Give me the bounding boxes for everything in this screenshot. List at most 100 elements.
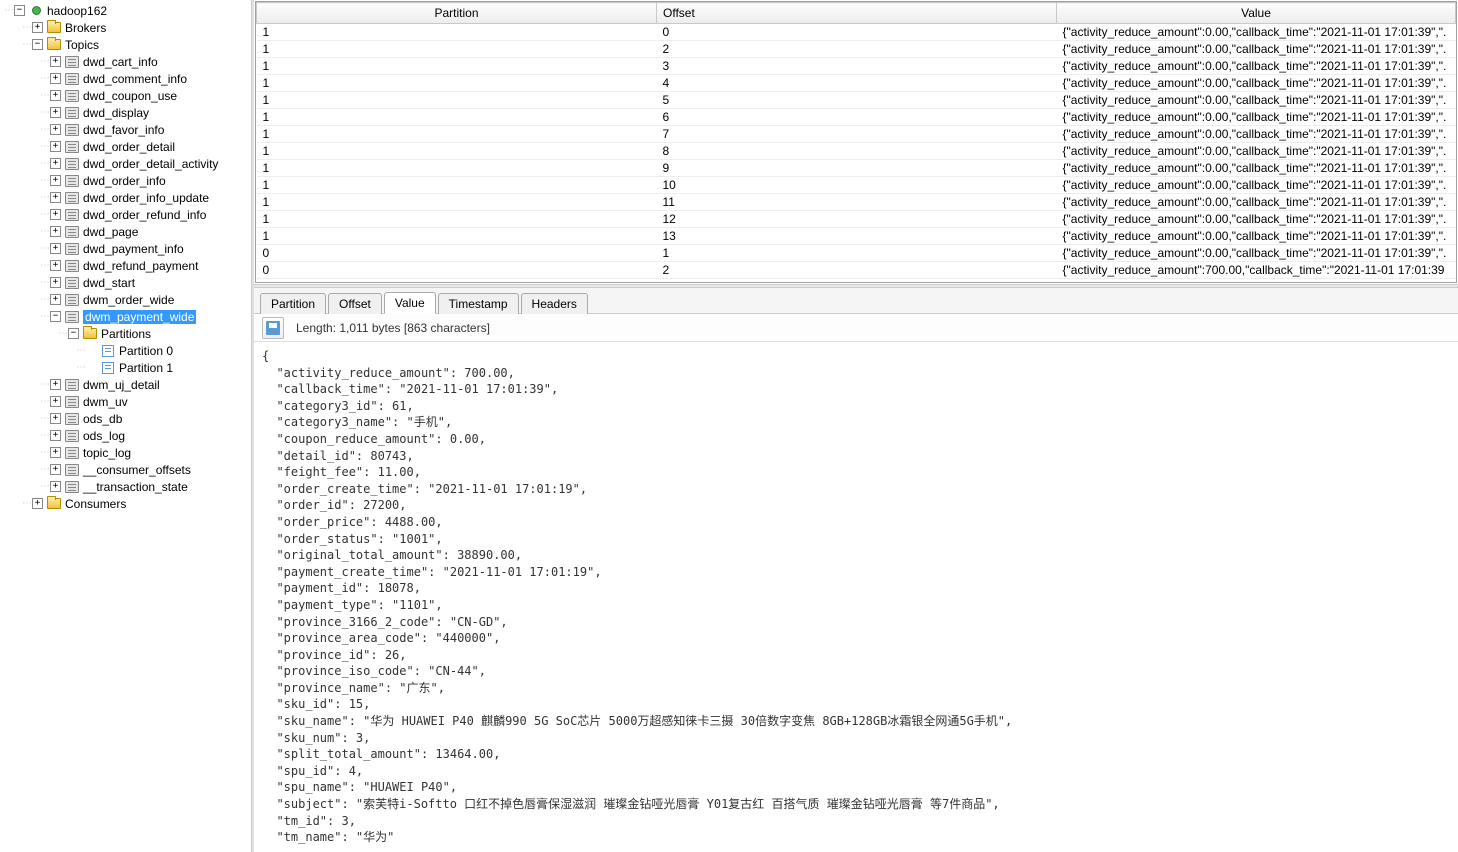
expander-icon[interactable]: + xyxy=(50,243,61,254)
tree-brokers[interactable]: ⋯+Brokers xyxy=(0,19,251,36)
save-button[interactable] xyxy=(262,317,284,339)
expander-icon[interactable]: + xyxy=(50,141,61,152)
table-row[interactable]: 110{"activity_reduce_amount":0.00,"callb… xyxy=(257,177,1456,194)
tree-topic-ods_log[interactable]: ⋯+ods_log xyxy=(0,427,251,444)
col-header-offset[interactable]: Offset xyxy=(657,3,1057,24)
table-row[interactable]: 113{"activity_reduce_amount":0.00,"callb… xyxy=(257,228,1456,245)
table-row[interactable]: 17{"activity_reduce_amount":0.00,"callba… xyxy=(257,126,1456,143)
tree-topic-dwd_order_detail_activity[interactable]: ⋯+dwd_order_detail_activity xyxy=(0,155,251,172)
tree-topic-dwm_uj_detail[interactable]: ⋯+dwm_uj_detail xyxy=(0,376,251,393)
tree-label: dwd_page xyxy=(83,225,138,239)
tree-label: __transaction_state xyxy=(83,480,188,494)
part-icon-icon xyxy=(101,361,115,375)
expander-icon[interactable]: − xyxy=(32,39,43,50)
expander-icon[interactable]: + xyxy=(50,430,61,441)
tree-label: dwm_uj_detail xyxy=(83,378,160,392)
tree-topic-dwd_page[interactable]: ⋯+dwd_page xyxy=(0,223,251,240)
expander-icon[interactable]: + xyxy=(50,107,61,118)
tree-topic-topic_log[interactable]: ⋯+topic_log xyxy=(0,444,251,461)
table-row[interactable]: 18{"activity_reduce_amount":0.00,"callba… xyxy=(257,143,1456,160)
tab-headers[interactable]: Headers xyxy=(521,293,588,314)
tree-topic-dwd_cart_info[interactable]: ⋯+dwd_cart_info xyxy=(0,53,251,70)
table-row[interactable]: 12{"activity_reduce_amount":0.00,"callba… xyxy=(257,41,1456,58)
expander-icon[interactable]: + xyxy=(50,226,61,237)
expander-icon[interactable]: − xyxy=(50,311,61,322)
table-row[interactable]: 19{"activity_reduce_amount":0.00,"callba… xyxy=(257,160,1456,177)
tab-timestamp[interactable]: Timestamp xyxy=(438,293,519,314)
table-row[interactable]: 03{"activity_reduce_amount":0.00,"callba… xyxy=(257,279,1456,284)
table-row[interactable]: 112{"activity_reduce_amount":0.00,"callb… xyxy=(257,211,1456,228)
tree-topic-dwd_order_info_update[interactable]: ⋯+dwd_order_info_update xyxy=(0,189,251,206)
expander-icon[interactable]: + xyxy=(50,464,61,475)
expander-icon[interactable]: + xyxy=(50,396,61,407)
tree-topic-__transaction_state[interactable]: ⋯+__transaction_state xyxy=(0,478,251,495)
tree-partitions[interactable]: ⋯−Partitions xyxy=(0,325,251,342)
expander-icon[interactable]: − xyxy=(14,5,25,16)
cell-partition: 1 xyxy=(257,177,657,194)
tree-label: dwd_coupon_use xyxy=(83,89,177,103)
table-row[interactable]: 13{"activity_reduce_amount":0.00,"callba… xyxy=(257,58,1456,75)
tree-label: __consumer_offsets xyxy=(83,463,191,477)
tree-topic-dwd_start[interactable]: ⋯+dwd_start xyxy=(0,274,251,291)
tree-topic-dwd_order_detail[interactable]: ⋯+dwd_order_detail xyxy=(0,138,251,155)
topic-icon-icon xyxy=(65,293,79,307)
expander-icon[interactable]: + xyxy=(50,56,61,67)
expander-icon[interactable]: + xyxy=(50,277,61,288)
expander-icon[interactable]: + xyxy=(50,192,61,203)
tree-topic-dwm_order_wide[interactable]: ⋯+dwm_order_wide xyxy=(0,291,251,308)
tab-value[interactable]: Value xyxy=(384,292,436,314)
expander-icon[interactable]: + xyxy=(50,124,61,135)
tree-topic-dwd_coupon_use[interactable]: ⋯+dwd_coupon_use xyxy=(0,87,251,104)
tree-partition-1[interactable]: ⋯Partition 1 xyxy=(0,359,251,376)
expander-icon[interactable]: + xyxy=(50,294,61,305)
tab-partition[interactable]: Partition xyxy=(260,293,326,314)
tree-topic-dwd_comment_info[interactable]: ⋯+dwd_comment_info xyxy=(0,70,251,87)
expander-icon[interactable]: + xyxy=(32,22,43,33)
expander-icon[interactable]: + xyxy=(32,498,43,509)
tree-partition-0[interactable]: ⋯Partition 0 xyxy=(0,342,251,359)
tree-topic-dwd_order_refund_info[interactable]: ⋯+dwd_order_refund_info xyxy=(0,206,251,223)
tree-topic-__consumer_offsets[interactable]: ⋯+__consumer_offsets xyxy=(0,461,251,478)
tree-topic-dwd_display[interactable]: ⋯+dwd_display xyxy=(0,104,251,121)
expander-icon[interactable]: + xyxy=(50,413,61,424)
table-row[interactable]: 14{"activity_reduce_amount":0.00,"callba… xyxy=(257,75,1456,92)
json-viewer[interactable]: { "activity_reduce_amount": 700.00, "cal… xyxy=(254,342,1458,852)
expander-icon[interactable]: + xyxy=(50,73,61,84)
table-row[interactable]: 111{"activity_reduce_amount":0.00,"callb… xyxy=(257,194,1456,211)
tree-label: dwd_cart_info xyxy=(83,55,158,69)
expander-icon[interactable]: + xyxy=(50,447,61,458)
message-table-container[interactable]: Partition Offset Value 10{"activity_redu… xyxy=(255,1,1457,283)
expander-icon[interactable]: + xyxy=(50,379,61,390)
table-row[interactable]: 01{"activity_reduce_amount":0.00,"callba… xyxy=(257,245,1456,262)
tree-topics[interactable]: ⋯−Topics xyxy=(0,36,251,53)
tree-topic-dwd_payment_info[interactable]: ⋯+dwd_payment_info xyxy=(0,240,251,257)
tree-consumers[interactable]: ⋯+Consumers xyxy=(0,495,251,512)
tree-panel[interactable]: ⋯−hadoop162⋯+Brokers⋯−Topics⋯+dwd_cart_i… xyxy=(0,0,252,852)
expander-icon[interactable]: + xyxy=(50,90,61,101)
right-panel: Partition Offset Value 10{"activity_redu… xyxy=(252,0,1458,852)
tree-label: dwd_order_info_update xyxy=(83,191,209,205)
expander-icon[interactable]: + xyxy=(50,209,61,220)
tree-topic-dwd_favor_info[interactable]: ⋯+dwd_favor_info xyxy=(0,121,251,138)
expander-icon[interactable]: + xyxy=(50,260,61,271)
cell-partition: 1 xyxy=(257,143,657,160)
tree-server[interactable]: ⋯−hadoop162 xyxy=(0,2,251,19)
tree-topic-dwd_order_info[interactable]: ⋯+dwd_order_info xyxy=(0,172,251,189)
expander-icon[interactable]: + xyxy=(50,481,61,492)
col-header-value[interactable]: Value xyxy=(1057,3,1456,24)
tree-topic-dwd_refund_payment[interactable]: ⋯+dwd_refund_payment xyxy=(0,257,251,274)
expander-icon[interactable]: + xyxy=(50,158,61,169)
expander-icon[interactable]: + xyxy=(50,175,61,186)
cell-value: {"activity_reduce_amount":0.00,"callback… xyxy=(1057,211,1456,228)
tab-offset[interactable]: Offset xyxy=(328,293,382,314)
tree-topic-dwm_uv[interactable]: ⋯+dwm_uv xyxy=(0,393,251,410)
expander-icon[interactable]: − xyxy=(68,328,79,339)
tree-topic-ods_db[interactable]: ⋯+ods_db xyxy=(0,410,251,427)
tree-topic-dwm_payment_wide[interactable]: ⋯−dwm_payment_wide xyxy=(0,308,251,325)
table-row[interactable]: 16{"activity_reduce_amount":0.00,"callba… xyxy=(257,109,1456,126)
table-row[interactable]: 02{"activity_reduce_amount":700.00,"call… xyxy=(257,262,1456,279)
topic-icon-icon xyxy=(65,89,79,103)
table-row[interactable]: 15{"activity_reduce_amount":0.00,"callba… xyxy=(257,92,1456,109)
table-row[interactable]: 10{"activity_reduce_amount":0.00,"callba… xyxy=(257,24,1456,41)
col-header-partition[interactable]: Partition xyxy=(257,3,657,24)
